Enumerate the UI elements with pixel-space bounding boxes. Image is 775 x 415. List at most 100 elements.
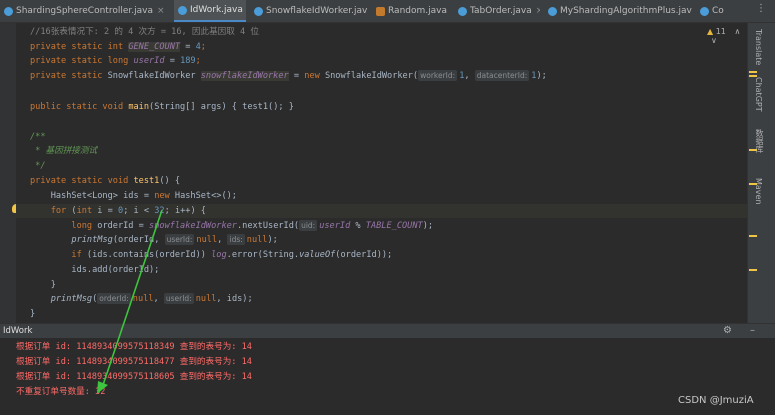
tab-my-sharding-algorithm-plus[interactable]: MyShardingAlgorithmPlus.java × xyxy=(544,0,692,22)
keyword: int xyxy=(76,206,98,216)
type-name: SnowflakeIdWorker xyxy=(107,71,201,81)
field-snowflake-id-worker: snowflakeIdWorker xyxy=(200,71,289,81)
keyword-null: null xyxy=(196,235,218,245)
code-line-3: private static long userId = 189; xyxy=(30,54,201,68)
csdn-watermark: CSDN @JmuziA xyxy=(678,395,754,406)
code-text: HashSet<Long> ids = xyxy=(30,191,155,201)
previous-highlight-icon[interactable]: ∧ xyxy=(734,27,740,36)
tab-label: TabOrder.java xyxy=(470,6,532,16)
code-line-13: for (int i = 0; i < 32; i++) { xyxy=(16,204,747,218)
method-call: printMsg xyxy=(71,235,113,245)
tab-taborder[interactable]: TabOrder.java × xyxy=(454,0,540,22)
tab-co[interactable]: Co xyxy=(696,0,742,22)
scroll-marker xyxy=(749,183,757,185)
keyword-new: new xyxy=(154,191,175,201)
code-text: .error(String. xyxy=(226,250,300,260)
method-name: test1 xyxy=(133,176,160,186)
keyword: public static void xyxy=(30,102,129,112)
tab-label: IdWork.java xyxy=(190,5,243,15)
java-class-icon xyxy=(700,6,709,16)
java-class-icon xyxy=(178,5,187,15)
keyword: for xyxy=(30,206,72,216)
code-line-6: public static void main(String[] args) {… xyxy=(30,100,294,114)
console-line: 根据订单 id: 1148934099575118349 查到的表号为: 14 xyxy=(16,342,252,352)
keyword-null: null xyxy=(132,294,154,304)
sidebar-item-chatgpt[interactable]: ChatGPT xyxy=(754,77,763,112)
close-icon[interactable]: × xyxy=(536,6,540,16)
code-text: (ids.contains(orderId)) xyxy=(86,250,212,260)
parameter-hint: orderId: xyxy=(97,293,131,304)
code-line-18: } xyxy=(30,280,56,290)
parameter-hint: userId: xyxy=(164,234,195,245)
warning-count: 11 xyxy=(715,27,726,36)
code-line-17: ids.add(orderId); xyxy=(30,265,160,275)
code-text: ; i++) { xyxy=(164,206,206,216)
constructor-call: SnowflakeIdWorker( xyxy=(324,71,419,81)
sidebar-item-translate[interactable]: Translate xyxy=(754,29,763,65)
right-tool-sidebar: Translate ChatGPT 数据库 Maven xyxy=(747,23,775,323)
keyword: private static int xyxy=(30,42,129,52)
code-line-14: long orderId = snowflakeIdWorker.nextUse… xyxy=(30,219,433,233)
java-class-icon xyxy=(4,6,13,16)
method-call: valueOf xyxy=(299,250,336,260)
tab-shardingsphere-controller[interactable]: ShardingSphereController.java × xyxy=(0,0,170,22)
run-panel-header: IdWork ⚙ – xyxy=(0,323,775,339)
java-class-icon xyxy=(548,6,557,16)
java-class-icon xyxy=(376,6,385,16)
close-icon[interactable]: × xyxy=(157,6,165,16)
code-line-19: printMsg(orderId: null, userId: null, ids)… xyxy=(30,292,253,306)
code-text: (orderId)); xyxy=(335,250,393,260)
scroll-marker xyxy=(749,269,757,271)
semicolon: ; xyxy=(200,42,206,52)
field-user-id: userId xyxy=(319,221,351,231)
code-text: () { xyxy=(159,176,181,186)
next-highlight-icon[interactable]: ∨ xyxy=(711,36,717,45)
sidebar-item-maven[interactable]: Maven xyxy=(754,178,763,205)
tab-label: Co xyxy=(712,6,724,16)
field-table-count: TABLE_COUNT xyxy=(365,221,423,231)
scroll-marker xyxy=(749,75,757,77)
run-panel-title[interactable]: IdWork xyxy=(3,324,32,338)
code-text: ); xyxy=(422,221,434,231)
keyword-new: new xyxy=(304,71,325,81)
code-text: , xyxy=(217,235,228,245)
keyword: long xyxy=(30,221,98,231)
tab-snowflake-id-worker[interactable]: SnowflakeIdWorker.java × xyxy=(250,0,368,22)
code-text: (orderId, xyxy=(112,235,165,245)
comment: //16张表情况下: 2 的 4 次方 = 16, 因此基因取 4 位 xyxy=(30,27,259,37)
code-line-8: /** xyxy=(30,132,46,142)
code-line-9: * 基因拼接测试 xyxy=(30,146,98,156)
parameter-hint: datacenterId: xyxy=(474,70,530,81)
run-console[interactable]: 根据订单 id: 1148934099575118349 查到的表号为: 14 … xyxy=(0,338,775,415)
java-class-icon xyxy=(254,6,263,16)
code-text: % xyxy=(350,221,366,231)
console-line: 不重复订单号数量: 32 xyxy=(16,387,106,397)
minimize-icon[interactable]: – xyxy=(750,324,755,338)
code-text: i = xyxy=(97,206,118,216)
more-tabs-icon[interactable]: ⋮ xyxy=(756,3,766,14)
code-line-20: } xyxy=(30,309,36,319)
code-line-10: */ xyxy=(30,161,46,171)
code-text: , xyxy=(464,71,475,81)
tab-idwork[interactable]: IdWork.java × xyxy=(174,0,246,22)
code-text: = xyxy=(288,71,305,81)
code-text: = xyxy=(164,56,181,66)
code-text: orderId = xyxy=(97,221,150,231)
code-text: ); xyxy=(267,235,278,245)
field-snowflake-id-worker: snowflakeIdWorker xyxy=(149,221,237,231)
gear-icon[interactable]: ⚙ xyxy=(723,324,732,338)
method-call: printMsg xyxy=(50,294,93,304)
editor-tab-bar: ShardingSphereController.java × IdWork.j… xyxy=(0,0,775,23)
tab-label: SnowflakeIdWorker.java xyxy=(266,6,368,16)
code-text: , ids); xyxy=(216,294,253,304)
inspection-widget[interactable]: ▲ 11 ∧ ∨ xyxy=(707,27,747,45)
code-editor[interactable]: ▲ 11 ∧ ∨ //16张表情况下: 2 的 4 次方 = 16, 因此基因取… xyxy=(0,23,747,323)
tab-random[interactable]: Random.java × xyxy=(372,0,448,22)
code-line-12: HashSet<Long> ids = new HashSet<>(); xyxy=(30,189,237,203)
code-text: .nextUserId( xyxy=(236,221,300,231)
code-line-11: private static void test1() { xyxy=(30,174,180,188)
scroll-marker xyxy=(749,149,757,151)
keyword-null: null xyxy=(195,294,217,304)
code-text: , xyxy=(153,294,164,304)
